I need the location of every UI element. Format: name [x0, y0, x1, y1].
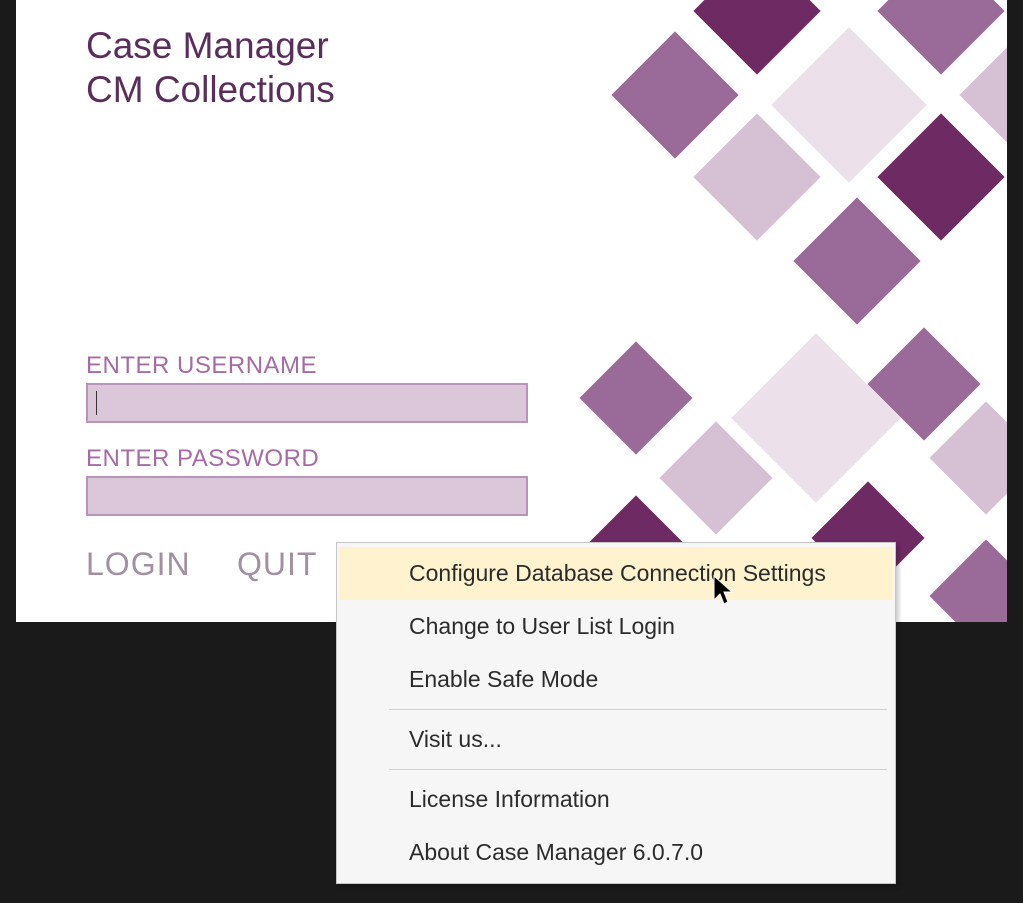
- menu-item-visit-us[interactable]: Visit us...: [339, 713, 893, 766]
- login-window: Case Manager CM Collections ENTER USERNA…: [16, 0, 1007, 622]
- password-label: ENTER PASSWORD: [86, 445, 528, 473]
- app-subtitle: CM Collections: [86, 68, 335, 112]
- menu-item-about[interactable]: About Case Manager 6.0.7.0: [339, 826, 893, 879]
- menu-item-user-list-login[interactable]: Change to User List Login: [339, 600, 893, 653]
- app-title: Case Manager: [86, 24, 335, 68]
- cursor-icon: [712, 574, 736, 608]
- context-menu: Configure Database Connection Settings C…: [336, 542, 896, 884]
- menu-item-safe-mode[interactable]: Enable Safe Mode: [339, 653, 893, 706]
- login-button[interactable]: LOGIN: [86, 546, 191, 583]
- quit-button[interactable]: QUIT: [237, 546, 317, 583]
- username-label: ENTER USERNAME: [86, 352, 528, 380]
- menu-item-configure-db[interactable]: Configure Database Connection Settings: [339, 547, 893, 600]
- username-input[interactable]: [86, 383, 528, 423]
- menu-separator: [389, 769, 887, 770]
- menu-separator: [389, 709, 887, 710]
- menu-item-license[interactable]: License Information: [339, 773, 893, 826]
- password-input[interactable]: [86, 476, 528, 516]
